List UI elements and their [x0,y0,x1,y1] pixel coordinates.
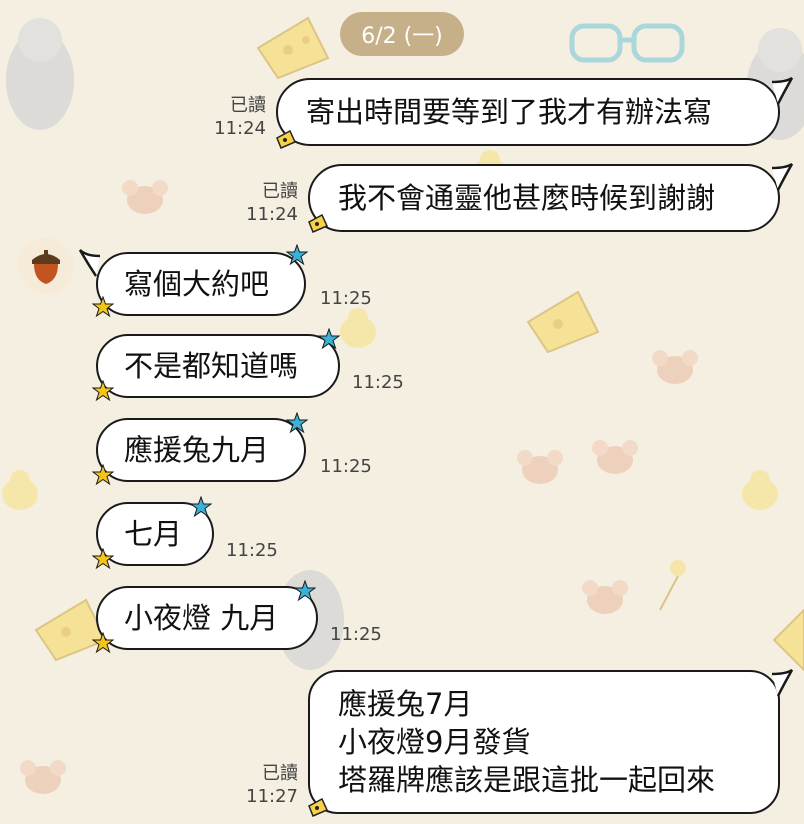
message-time: 11:25 [320,456,372,477]
message-meta: 已讀 11:24 [240,180,298,226]
bubble-tail [771,668,794,697]
message-bubble-sent[interactable]: 寄出時間要等到了我才有辦法寫 [276,78,780,146]
bubble-tail [78,249,101,277]
star-icon [92,632,114,654]
message-text: 小夜燈 九月 [124,601,279,635]
star-icon [318,328,340,350]
mouse-wallpaper-icon [122,180,168,214]
star-icon [92,464,114,486]
message-time: 11:24 [246,204,298,225]
duck-wallpaper-icon [340,308,376,348]
message-text: 寄出時間要等到了我才有辦法寫 [306,95,713,129]
date-separator: 6/2 (一) [340,12,464,56]
mouse-wallpaper-icon [652,350,698,384]
message-time: 11:25 [226,540,278,561]
message-time: 11:25 [320,288,372,309]
star-icon [190,496,212,518]
message-text: 寫個大約吧 [124,267,270,301]
message-time: 11:25 [352,372,404,393]
bubble-tail [771,76,794,105]
message-line: 應援兔7月 [338,687,473,721]
mouse-wallpaper-icon [517,450,563,484]
cat-wallpaper-icon [6,18,74,130]
star-icon [92,296,114,318]
message-time: 11:27 [246,786,298,807]
message-bubble-received[interactable]: 寫個大約吧 [96,252,306,316]
avatar[interactable] [18,238,74,294]
duck-wallpaper-icon [742,470,778,510]
message-bubble-sent[interactable]: 我不會通靈他甚麼時候到謝謝 [308,164,780,232]
message-bubble-received[interactable]: 不是都知道嗎 [96,334,340,398]
mouse-wallpaper-icon [582,580,628,614]
star-icon [92,548,114,570]
balloon-wallpaper-icon [659,560,686,611]
acorn-icon [32,250,60,284]
cheese-wallpaper-icon [256,16,330,80]
message-meta: 已讀 11:27 [240,762,298,808]
message-bubble-received[interactable]: 小夜燈 九月 [96,586,318,650]
cheese-icon [276,130,296,149]
glasses-wallpaper-icon [569,23,685,63]
message-text: 應援兔九月 [124,433,270,467]
message-text: 不是都知道嗎 [124,349,299,383]
message-time: 11:25 [330,624,382,645]
mouse-wallpaper-icon [592,440,638,474]
duck-wallpaper-icon [2,470,38,510]
read-receipt: 已讀 [230,95,266,116]
read-receipt: 已讀 [262,763,298,784]
message-text: 七月 [124,517,183,551]
message-bubble-sent[interactable]: 應援兔7月 小夜燈9月發貨 塔羅牌應該是跟這批一起回來 [308,670,780,814]
cheese-wallpaper-icon [772,608,804,672]
mouse-wallpaper-icon [20,760,66,794]
star-icon [294,580,316,602]
message-meta: 已讀 11:24 [208,94,266,140]
star-icon [286,244,308,266]
message-text: 我不會通靈他甚麼時候到謝謝 [338,181,716,215]
message-line: 小夜燈9月發貨 [338,725,531,759]
cheese-icon [308,798,328,817]
cheese-icon [308,214,328,233]
cheese-wallpaper-icon [526,290,600,354]
bubble-tail [771,162,794,191]
message-bubble-received[interactable]: 應援兔九月 [96,418,306,482]
star-icon [92,380,114,402]
star-icon [286,412,308,434]
message-time: 11:24 [214,118,266,139]
message-line: 塔羅牌應該是跟這批一起回來 [338,763,716,797]
read-receipt: 已讀 [262,181,298,202]
